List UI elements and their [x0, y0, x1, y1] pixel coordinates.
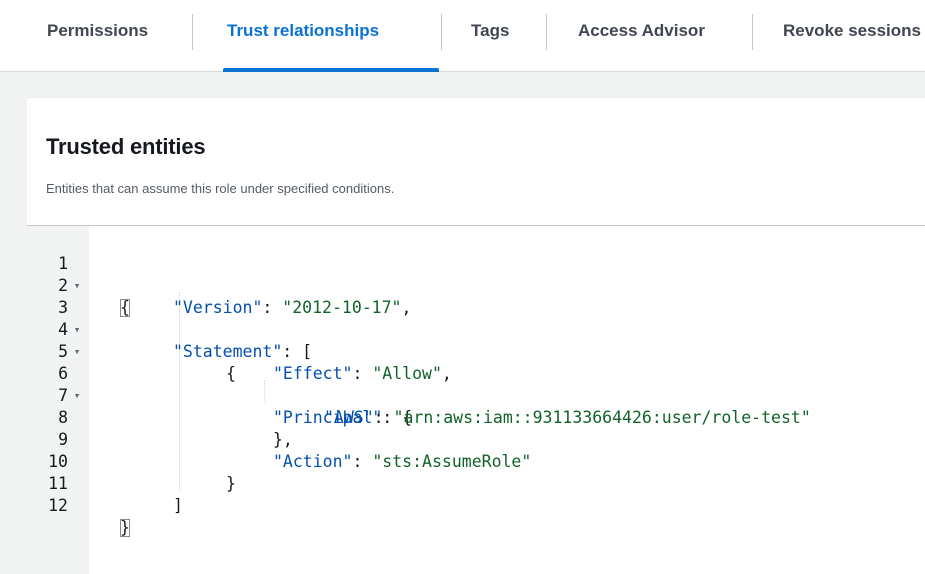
code-text: {	[120, 297, 130, 319]
json-brace: {	[226, 364, 236, 383]
panel-title: Trusted entities	[46, 134, 206, 159]
code-line: 2 "Version": "2012-10-17",	[27, 253, 411, 317]
tab-label: Permissions	[47, 21, 149, 40]
code-line: 10 }	[27, 429, 236, 493]
json-key: "Action"	[273, 452, 353, 471]
page: Permissions Trust relationships Tags Acc…	[0, 0, 925, 574]
panel-description: Entities that can assume this role under…	[46, 181, 395, 196]
tab-trust-relationships[interactable]: Trust relationships	[223, 0, 439, 72]
matched-bracket: }	[120, 518, 130, 537]
code-text: {	[226, 363, 236, 385]
json-brace: }	[226, 474, 236, 493]
json-bracket: ]	[173, 496, 183, 515]
json-key: "Version"	[173, 298, 263, 317]
code-line: 11 ]	[27, 451, 183, 515]
json-brace: },	[273, 430, 293, 449]
json-colon: :	[373, 408, 394, 427]
code-line: 3 ▾ "Statement": [	[27, 275, 312, 361]
code-line: 7 "AWS": "arn:aws:iam::931133664426:user…	[27, 363, 811, 427]
code-line: 6 ▾ "Principal": {	[27, 341, 412, 427]
code-text: "Action": "sts:AssumeRole"	[273, 451, 531, 473]
tab-revoke-sessions[interactable]: Revoke sessions	[783, 0, 925, 72]
json-key: "Effect"	[273, 364, 353, 383]
tab-divider	[441, 14, 442, 50]
tab-label: Trust relationships	[227, 21, 380, 40]
code-text: "Effect": "Allow",	[273, 363, 452, 385]
tab-tags[interactable]: Tags	[471, 0, 523, 72]
code-text: }	[120, 517, 130, 539]
matched-bracket: {	[120, 298, 130, 317]
json-string: "Allow"	[372, 364, 442, 383]
indent-guide	[179, 292, 180, 490]
json-bracket: [	[302, 342, 313, 361]
json-colon: :	[352, 364, 373, 383]
code-line: 12 }	[27, 473, 130, 537]
code-line: 9 "Action": "sts:AssumeRole"	[27, 407, 531, 471]
code-text: ]	[173, 495, 183, 517]
trust-policy-editor[interactable]: 1 ▾ { 2 "Version": "2012-10-17", 3 ▾ "St…	[27, 225, 925, 574]
code-text: },	[273, 429, 293, 451]
json-comma: ,	[401, 298, 412, 317]
active-tab-indicator	[223, 68, 439, 72]
tab-permissions[interactable]: Permissions	[47, 0, 171, 72]
tab-label: Tags	[471, 21, 510, 40]
code-line: 8 },	[27, 385, 293, 449]
json-colon: :	[282, 342, 303, 361]
code-line: 5 "Effect": "Allow",	[27, 319, 452, 383]
json-key: "Statement"	[173, 342, 283, 361]
code-line: 4 ▾ {	[27, 297, 236, 383]
code-text: }	[226, 473, 236, 495]
code-text: "Statement": [	[173, 341, 312, 363]
json-comma: ,	[441, 364, 452, 383]
line-number: 12	[48, 496, 68, 515]
tab-label: Access Advisor	[578, 21, 705, 40]
tab-access-advisor[interactable]: Access Advisor	[578, 0, 728, 72]
code-line: 1 ▾ {	[27, 231, 130, 317]
json-key: "AWS"	[324, 408, 374, 427]
trusted-entities-panel: Trusted entities Entities that can assum…	[27, 97, 925, 574]
json-string: "sts:AssumeRole"	[372, 452, 532, 471]
code-text: "AWS": "arn:aws:iam::931133664426:user/r…	[324, 407, 811, 429]
json-string: "2012-10-17"	[282, 298, 402, 317]
tab-bar: Permissions Trust relationships Tags Acc…	[0, 0, 925, 72]
tab-label: Revoke sessions	[783, 21, 921, 40]
json-colon: :	[262, 298, 283, 317]
indent-guide	[264, 380, 265, 402]
tab-divider	[192, 14, 193, 50]
json-colon: :	[352, 452, 373, 471]
tab-divider	[752, 14, 753, 50]
json-string: "arn:aws:iam::931133664426:user/role-tes…	[393, 408, 811, 427]
code-text: "Version": "2012-10-17",	[173, 297, 411, 319]
tab-divider	[546, 14, 547, 50]
